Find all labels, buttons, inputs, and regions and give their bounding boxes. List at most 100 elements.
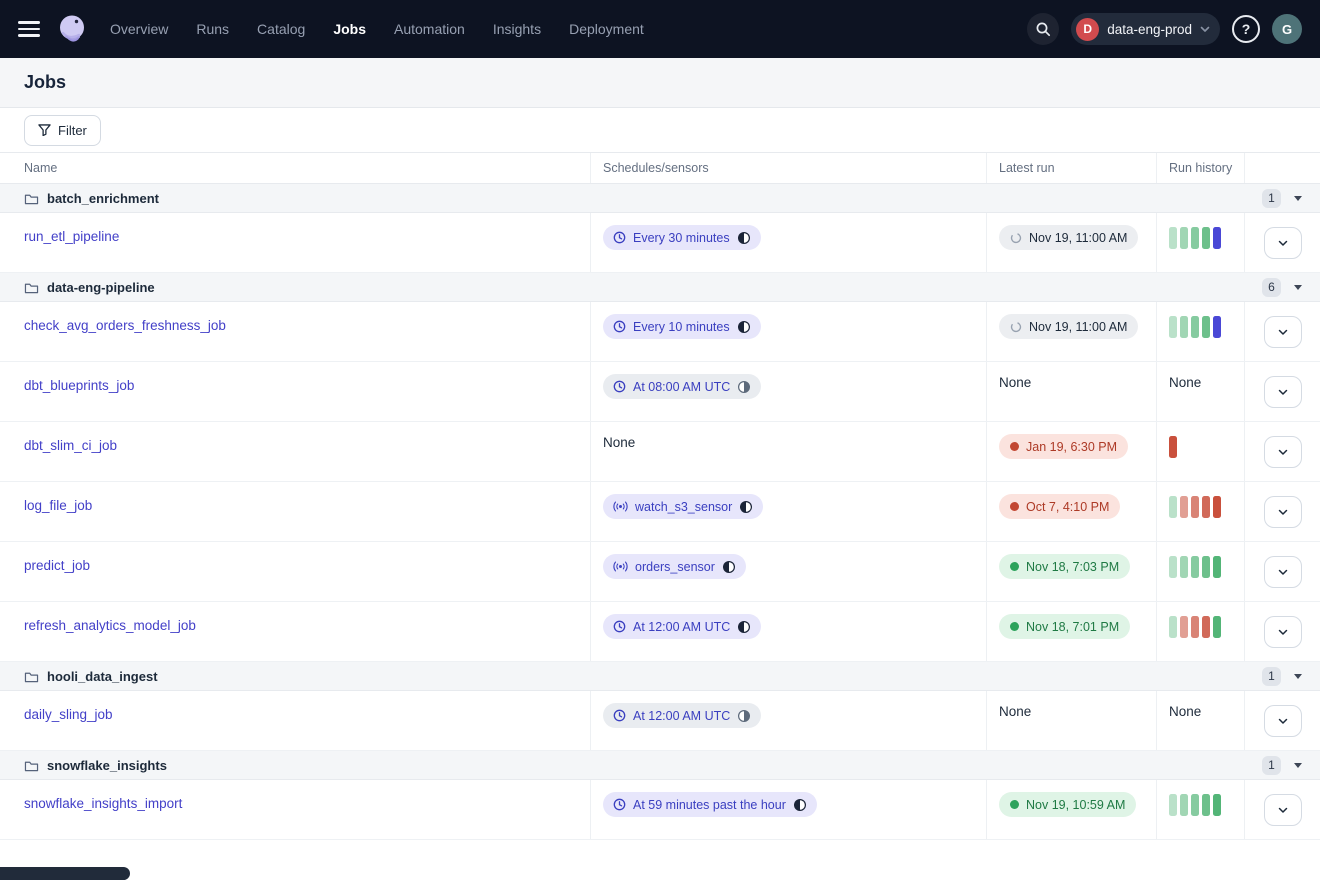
group-row-batch_enrichment[interactable]: batch_enrichment1 xyxy=(0,184,1320,213)
row-expand-button[interactable] xyxy=(1264,794,1302,826)
dagster-logo[interactable] xyxy=(54,11,90,47)
nav-item-insights[interactable]: Insights xyxy=(493,21,541,37)
schedule-toggle[interactable] xyxy=(737,231,751,245)
run-history-bar[interactable] xyxy=(1213,794,1221,816)
menu-icon[interactable] xyxy=(18,21,40,37)
job-link[interactable]: daily_sling_job xyxy=(24,707,113,722)
row-expand-button[interactable] xyxy=(1264,316,1302,348)
schedule-chip[interactable]: At 59 minutes past the hour xyxy=(603,792,817,817)
group-row-snowflake_insights[interactable]: snowflake_insights1 xyxy=(0,751,1320,780)
job-link[interactable]: predict_job xyxy=(24,558,90,573)
schedule-chip[interactable]: At 08:00 AM UTC xyxy=(603,374,761,399)
run-history-bar[interactable] xyxy=(1202,556,1210,578)
row-expand-button[interactable] xyxy=(1264,436,1302,468)
run-history-bar[interactable] xyxy=(1202,316,1210,338)
latest-run-pill[interactable]: Nov 19, 10:59 AM xyxy=(999,792,1136,817)
schedule-chip[interactable]: At 12:00 AM UTC xyxy=(603,614,761,639)
run-history-bar[interactable] xyxy=(1202,616,1210,638)
schedule-chip[interactable]: Every 10 minutes xyxy=(603,314,761,339)
job-link[interactable]: dbt_slim_ci_job xyxy=(24,438,117,453)
help-icon[interactable]: ? xyxy=(1232,15,1260,43)
group-row-data-eng-pipeline[interactable]: data-eng-pipeline6 xyxy=(0,273,1320,302)
avatar[interactable]: G xyxy=(1272,14,1302,44)
run-history-bar[interactable] xyxy=(1169,496,1177,518)
run-history[interactable] xyxy=(1169,316,1221,338)
run-history-bar[interactable] xyxy=(1213,556,1221,578)
nav-item-catalog[interactable]: Catalog xyxy=(257,21,305,37)
run-history-bar[interactable] xyxy=(1180,616,1188,638)
row-expand-button[interactable] xyxy=(1264,376,1302,408)
latest-run-pill[interactable]: Nov 18, 7:01 PM xyxy=(999,614,1130,639)
latest-run-pill[interactable]: Nov 19, 11:00 AM xyxy=(999,314,1138,339)
run-history[interactable] xyxy=(1169,227,1221,249)
schedule-toggle[interactable] xyxy=(739,500,753,514)
latest-run-pill[interactable]: Jan 19, 6:30 PM xyxy=(999,434,1128,459)
run-history-bar[interactable] xyxy=(1191,794,1199,816)
search-button[interactable] xyxy=(1027,13,1059,45)
nav-item-automation[interactable]: Automation xyxy=(394,21,465,37)
schedule-toggle[interactable] xyxy=(737,380,751,394)
run-history-bar[interactable] xyxy=(1169,227,1177,249)
schedule-toggle[interactable] xyxy=(737,709,751,723)
run-history[interactable] xyxy=(1169,436,1177,458)
nav-item-runs[interactable]: Runs xyxy=(196,21,229,37)
run-history[interactable] xyxy=(1169,794,1221,816)
run-history-bar[interactable] xyxy=(1180,316,1188,338)
run-history-bar[interactable] xyxy=(1191,556,1199,578)
run-history-bar[interactable] xyxy=(1180,794,1188,816)
run-history-bar[interactable] xyxy=(1191,316,1199,338)
sensor-chip[interactable]: watch_s3_sensor xyxy=(603,494,763,519)
run-history-bar[interactable] xyxy=(1180,556,1188,578)
row-expand-button[interactable] xyxy=(1264,556,1302,588)
nav-item-jobs[interactable]: Jobs xyxy=(333,21,366,37)
run-history-bar[interactable] xyxy=(1202,496,1210,518)
run-history-bar[interactable] xyxy=(1213,616,1221,638)
schedule-toggle[interactable] xyxy=(722,560,736,574)
run-history-bar[interactable] xyxy=(1169,316,1177,338)
latest-run-pill[interactable]: Nov 19, 11:00 AM xyxy=(999,225,1138,250)
filter-button[interactable]: Filter xyxy=(24,115,101,146)
caret-down-icon[interactable] xyxy=(1294,763,1302,768)
job-link[interactable]: check_avg_orders_freshness_job xyxy=(24,318,226,333)
nav-item-overview[interactable]: Overview xyxy=(110,21,168,37)
caret-down-icon[interactable] xyxy=(1294,285,1302,290)
deployment-switcher[interactable]: D data-eng-prod xyxy=(1071,13,1220,45)
caret-down-icon[interactable] xyxy=(1294,674,1302,679)
row-expand-button[interactable] xyxy=(1264,496,1302,528)
sensor-chip[interactable]: orders_sensor xyxy=(603,554,746,579)
row-expand-button[interactable] xyxy=(1264,616,1302,648)
run-history[interactable] xyxy=(1169,616,1221,638)
run-history-bar[interactable] xyxy=(1213,496,1221,518)
run-history-bar[interactable] xyxy=(1191,496,1199,518)
run-history-bar[interactable] xyxy=(1180,496,1188,518)
run-history[interactable] xyxy=(1169,556,1221,578)
run-history[interactable] xyxy=(1169,496,1221,518)
run-history-bar[interactable] xyxy=(1169,794,1177,816)
schedule-chip[interactable]: Every 30 minutes xyxy=(603,225,761,250)
run-history-bar[interactable] xyxy=(1169,616,1177,638)
latest-run-pill[interactable]: Oct 7, 4:10 PM xyxy=(999,494,1120,519)
run-history-bar[interactable] xyxy=(1191,616,1199,638)
run-history-bar[interactable] xyxy=(1213,227,1221,249)
schedule-toggle[interactable] xyxy=(793,798,807,812)
row-expand-button[interactable] xyxy=(1264,705,1302,737)
job-link[interactable]: snowflake_insights_import xyxy=(24,796,182,811)
row-expand-button[interactable] xyxy=(1264,227,1302,259)
run-history-bar[interactable] xyxy=(1169,556,1177,578)
schedule-toggle[interactable] xyxy=(737,620,751,634)
group-row-hooli_data_ingest[interactable]: hooli_data_ingest1 xyxy=(0,662,1320,691)
schedule-chip[interactable]: At 12:00 AM UTC xyxy=(603,703,761,728)
schedule-toggle[interactable] xyxy=(737,320,751,334)
run-history-bar[interactable] xyxy=(1169,436,1177,458)
run-history-bar[interactable] xyxy=(1213,316,1221,338)
nav-item-deployment[interactable]: Deployment xyxy=(569,21,644,37)
run-history-bar[interactable] xyxy=(1191,227,1199,249)
job-link[interactable]: refresh_analytics_model_job xyxy=(24,618,196,633)
caret-down-icon[interactable] xyxy=(1294,196,1302,201)
horizontal-scrollbar-thumb[interactable] xyxy=(0,867,130,880)
job-link[interactable]: run_etl_pipeline xyxy=(24,229,119,244)
latest-run-pill[interactable]: Nov 18, 7:03 PM xyxy=(999,554,1130,579)
run-history-bar[interactable] xyxy=(1202,227,1210,249)
job-link[interactable]: dbt_blueprints_job xyxy=(24,378,134,393)
run-history-bar[interactable] xyxy=(1202,794,1210,816)
